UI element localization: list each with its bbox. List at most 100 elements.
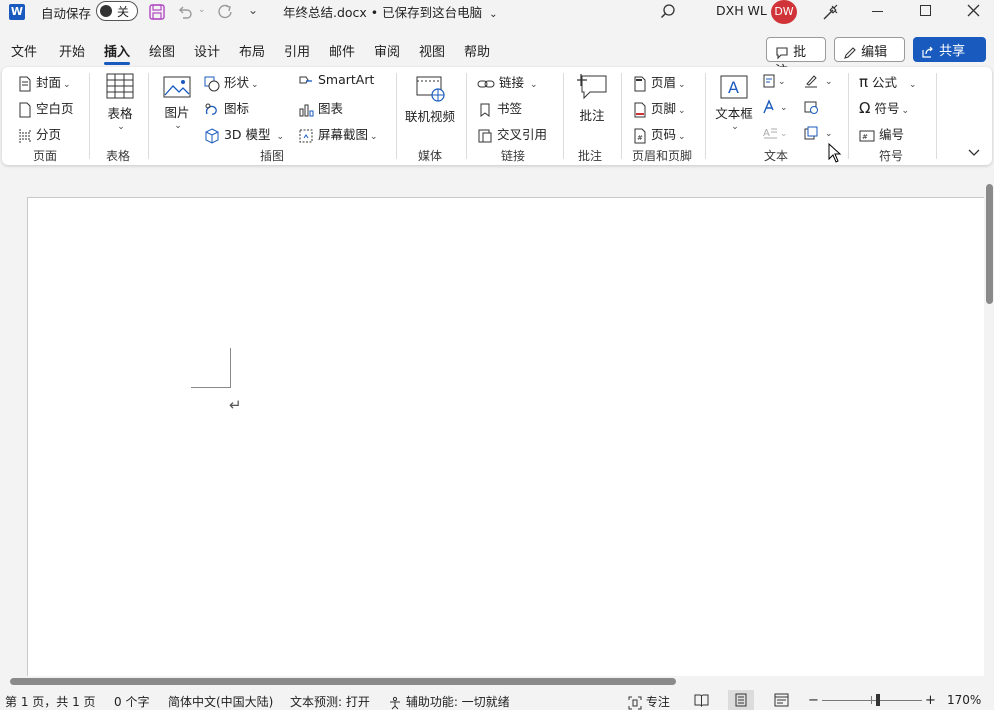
online-video-button[interactable]: 联机视频 xyxy=(405,75,455,125)
link-label: 链接 xyxy=(498,75,524,90)
horizontal-scroll-thumb[interactable] xyxy=(10,678,676,685)
share-button[interactable]: 共享 ⌄ xyxy=(913,37,986,73)
undo-icon[interactable] xyxy=(176,3,194,21)
autosave-toggle[interactable]: 关 xyxy=(96,1,138,21)
word-count-status[interactable]: 0 个字 xyxy=(114,693,149,710)
symbol-label: 符号 xyxy=(874,101,900,116)
screenshot-button[interactable]: 屏幕截图 ⌄ xyxy=(298,124,378,144)
tab-references[interactable]: 引用 xyxy=(284,41,310,60)
zoom-level[interactable]: 170% xyxy=(947,693,981,707)
smartart-button[interactable]: SmartArt xyxy=(298,72,374,89)
3d-models-button[interactable]: 3D 模型 ⌄ xyxy=(204,124,284,144)
zoom-out-icon[interactable]: − xyxy=(808,693,819,708)
svg-text:A: A xyxy=(728,78,739,97)
tab-draw[interactable]: 绘图 xyxy=(149,41,175,60)
footer-button[interactable]: 页脚 ⌄ xyxy=(633,98,686,118)
link-button[interactable]: 链接 ⌄ xyxy=(477,72,538,91)
cover-page-button[interactable]: 封面 ⌄ xyxy=(18,72,71,92)
insert-object-button[interactable]: ⌄ xyxy=(803,124,833,141)
web-layout-icon[interactable] xyxy=(774,693,789,707)
chart-button[interactable]: 图表 xyxy=(298,98,343,118)
maximize-icon[interactable] xyxy=(920,5,931,16)
editing-mode-button[interactable]: 编辑 ⌄ xyxy=(834,37,905,74)
tab-insert[interactable]: 插入 xyxy=(104,41,131,65)
chevron-down-icon: ⌄ xyxy=(901,106,910,116)
search-icon[interactable] xyxy=(659,3,677,21)
close-icon[interactable] xyxy=(967,4,980,17)
chevron-down-icon: ⌄ xyxy=(678,80,686,90)
comments-button[interactable]: 批注 xyxy=(766,37,826,79)
status-bar: 第 1 页，共 1 页 0 个字 简体中文(中国大陆) 文本预测: 打开 辅助功… xyxy=(0,690,994,710)
table-button[interactable]: 表格 ⌄ xyxy=(104,72,136,132)
tab-review[interactable]: 审阅 xyxy=(374,41,400,60)
autosave-label: 自动保存 xyxy=(41,6,92,21)
user-name[interactable]: DXH WL xyxy=(716,3,767,18)
wordart-icon xyxy=(763,98,774,113)
group-divider xyxy=(936,73,937,159)
chevron-down-icon: ⌄ xyxy=(678,132,686,142)
chart-label: 图表 xyxy=(317,101,343,116)
pencil-icon xyxy=(844,46,856,59)
chevron-down-icon: ⌄ xyxy=(276,132,285,142)
bookmark-icon xyxy=(480,103,490,117)
new-comment-button[interactable]: 批注 xyxy=(574,72,610,124)
redo-icon[interactable] xyxy=(215,2,235,22)
save-icon[interactable] xyxy=(148,3,166,21)
share-button-label: 共享 xyxy=(939,44,966,59)
tab-help[interactable]: 帮助 xyxy=(464,41,490,60)
icons-label: 图标 xyxy=(223,101,249,116)
language-status[interactable]: 简体中文(中国大陆) xyxy=(168,693,273,710)
bookmark-button[interactable]: 书签 xyxy=(477,98,522,118)
zoom-slider-track[interactable] xyxy=(822,700,922,701)
blank-page-button[interactable]: 空白页 xyxy=(18,98,74,118)
designer-wand-icon[interactable] xyxy=(820,2,840,22)
ribbon-collapse-icon[interactable] xyxy=(968,147,980,157)
zoom-slider-thumb[interactable] xyxy=(876,694,880,706)
vertical-scroll-thumb[interactable] xyxy=(986,184,993,304)
header-button[interactable]: 页眉 ⌄ xyxy=(633,72,686,92)
date-time-button[interactable] xyxy=(803,98,819,115)
focus-mode-button[interactable]: 专注 xyxy=(628,693,670,710)
chevron-down-icon: ⌄ xyxy=(63,80,71,90)
accessibility-status[interactable]: 辅助功能: 一切就绪 xyxy=(388,693,510,710)
text-box-button[interactable]: A 文本框 ⌄ xyxy=(714,74,754,132)
drop-cap-button[interactable]: A ⌄ xyxy=(762,124,788,140)
quick-parts-button[interactable]: ⌄ xyxy=(762,72,786,89)
omega-icon: Ω xyxy=(859,99,871,117)
pictures-button[interactable]: 图片 ⌄ xyxy=(162,75,192,131)
text-prediction-status[interactable]: 文本预测: 打开 xyxy=(290,693,370,710)
avatar[interactable]: DW xyxy=(771,0,797,24)
page-number-button[interactable]: # 页码 ⌄ xyxy=(633,124,686,144)
group-label-tables: 表格 xyxy=(106,149,131,163)
read-mode-icon[interactable] xyxy=(694,693,709,707)
document-canvas[interactable]: ↵ xyxy=(0,170,984,676)
text-box-label: 文本框 xyxy=(715,106,753,121)
mouse-cursor-icon xyxy=(828,143,842,163)
equation-button[interactable]: π 公式 ⌄ xyxy=(859,72,917,91)
undo-dropdown-icon[interactable]: ⌄ xyxy=(198,5,206,15)
tab-home[interactable]: 开始 xyxy=(59,41,85,60)
signature-line-button[interactable]: ⌄ xyxy=(803,72,833,89)
document-page[interactable]: ↵ xyxy=(27,197,984,676)
icons-button[interactable]: 图标 xyxy=(204,98,249,118)
symbol-button[interactable]: Ω 符号 ⌄ xyxy=(859,98,909,117)
customize-qat-icon[interactable]: ⌄ xyxy=(248,3,258,17)
number-button[interactable]: # 编号 xyxy=(859,124,904,143)
page-break-button[interactable]: 分页 xyxy=(18,124,61,144)
zoom-in-icon[interactable]: + xyxy=(925,693,936,708)
tab-design[interactable]: 设计 xyxy=(194,41,220,60)
tab-file[interactable]: 文件 xyxy=(11,41,37,60)
page-count-status[interactable]: 第 1 页，共 1 页 xyxy=(5,693,96,710)
document-title[interactable]: 年终总结.docx • 已保存到这台电脑 ⌄ xyxy=(283,2,498,21)
minimize-icon[interactable] xyxy=(872,11,883,12)
wordart-button[interactable]: ⌄ xyxy=(762,98,788,115)
tab-mailings[interactable]: 邮件 xyxy=(329,41,355,60)
svg-text:#: # xyxy=(637,134,643,142)
cross-reference-button[interactable]: 交叉引用 xyxy=(477,124,547,144)
print-layout-icon[interactable] xyxy=(734,693,748,707)
tab-view[interactable]: 视图 xyxy=(419,41,445,60)
group-label-comments: 批注 xyxy=(578,149,603,163)
pi-icon: π xyxy=(859,73,869,91)
tab-layout[interactable]: 布局 xyxy=(239,41,265,60)
shapes-button[interactable]: 形状 ⌄ xyxy=(204,72,259,92)
